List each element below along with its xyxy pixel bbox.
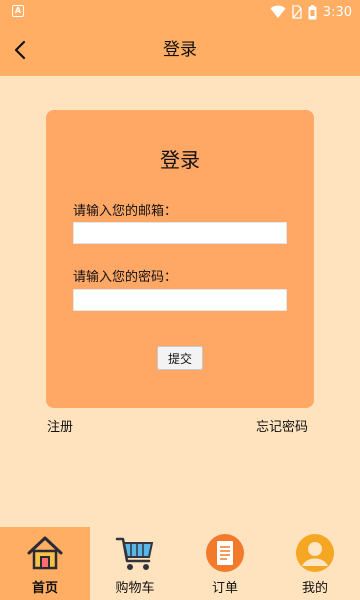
user-icon (296, 534, 334, 572)
login-card: 登录 请输入您的邮箱： 请输入您的密码： 提交 (46, 110, 314, 408)
battery-icon (308, 4, 317, 19)
submit-button[interactable]: 提交 (157, 346, 203, 370)
app-notification-icon: A (12, 5, 24, 17)
password-label: 请输入您的密码： (73, 270, 178, 285)
nav-label-orders: 订单 (211, 581, 238, 596)
page-title: 登录 (163, 40, 197, 60)
order-icon (206, 534, 244, 572)
chevron-left-icon (14, 40, 26, 60)
nav-item-profile[interactable]: 我的 (270, 527, 360, 600)
nav-label-home: 首页 (31, 581, 58, 596)
home-icon (27, 536, 63, 570)
login-title: 登录 (160, 148, 200, 172)
nav-item-orders[interactable]: 订单 (180, 527, 270, 600)
register-link[interactable]: 注册 (47, 416, 73, 435)
nav-item-cart[interactable]: 购物车 (90, 527, 180, 600)
password-field[interactable] (73, 289, 287, 311)
email-field[interactable] (73, 222, 287, 244)
nav-item-home[interactable]: 首页 (0, 527, 90, 600)
nav-label-profile: 我的 (301, 581, 328, 596)
sim-icon (292, 5, 302, 19)
cart-icon (115, 537, 154, 570)
wifi-icon (270, 5, 286, 18)
status-icons: 3:30 (270, 3, 352, 21)
forgot-password-link[interactable]: 忘记密码 (256, 416, 308, 435)
status-time: 3:30 (322, 4, 352, 20)
nav-label-cart: 购物车 (115, 581, 155, 596)
bottom-nav: 首页 购物车 订单 我的 (0, 527, 360, 600)
app-bar: 登录 (0, 24, 360, 76)
email-label: 请输入您的邮箱： (73, 204, 178, 219)
status-bar: A 3:30 (0, 0, 360, 24)
back-button[interactable] (6, 36, 34, 64)
